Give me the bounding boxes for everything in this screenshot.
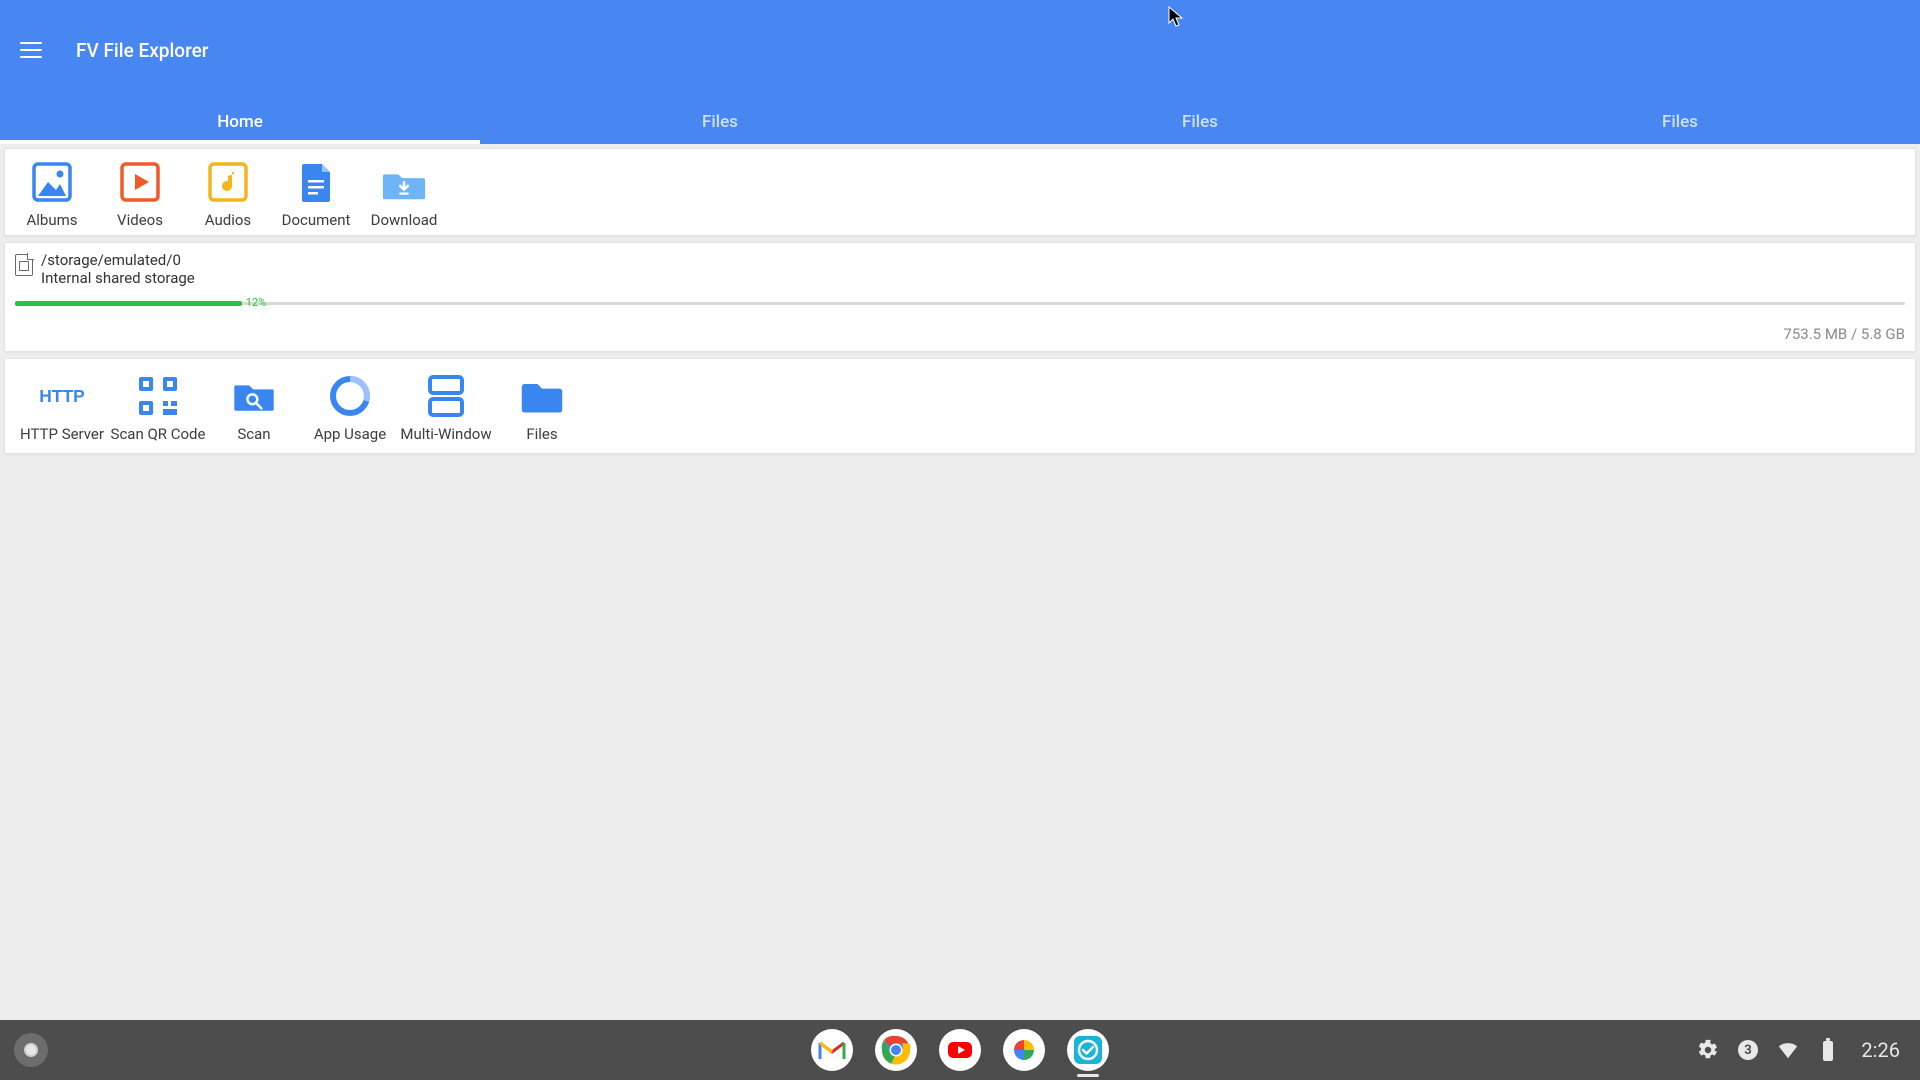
shortcut-albums[interactable]: Albums — [19, 159, 85, 229]
tool-app-usage[interactable]: App Usage — [307, 373, 393, 443]
shortcut-audios[interactable]: Audios — [195, 159, 261, 229]
multiwindow-icon — [423, 373, 469, 419]
shortcut-videos[interactable]: Videos — [107, 159, 173, 229]
notification-badge[interactable]: 3 — [1737, 1039, 1759, 1061]
status-tray[interactable]: 3 2:26 — [1697, 1038, 1906, 1062]
tabs: Home Files Files Files — [0, 100, 1920, 144]
shelf-app-gmail[interactable] — [811, 1029, 853, 1071]
battery-icon[interactable] — [1817, 1039, 1839, 1061]
shortcut-label: Videos — [117, 211, 163, 229]
usage-icon — [327, 373, 373, 419]
svg-text:HTTP: HTTP — [39, 386, 85, 406]
tool-label: Scan — [237, 425, 270, 443]
audios-icon — [205, 159, 251, 205]
tool-label: HTTP Server — [20, 425, 104, 443]
storage-card[interactable]: /storage/emulated/0 Internal shared stor… — [4, 242, 1916, 352]
tool-files[interactable]: Files — [499, 373, 585, 443]
shortcut-label: Download — [371, 211, 438, 229]
shelf-app-chrome[interactable] — [875, 1029, 917, 1071]
qr-icon — [135, 373, 181, 419]
shelf-app-photos[interactable] — [1003, 1029, 1045, 1071]
shelf: 3 2:26 — [0, 1020, 1920, 1080]
shortcut-document[interactable]: Document — [283, 159, 349, 229]
videos-icon — [117, 159, 163, 205]
wifi-icon[interactable] — [1777, 1039, 1799, 1061]
tool-http-server[interactable]: HTTP HTTP Server — [19, 373, 105, 443]
tab-files-2[interactable]: Files — [960, 100, 1440, 144]
tool-label: Scan QR Code — [111, 425, 206, 443]
storage-path: /storage/emulated/0 — [41, 251, 195, 269]
storage-size: 753.5 MB / 5.8 GB — [15, 325, 1905, 343]
shelf-app-youtube[interactable] — [939, 1029, 981, 1071]
launcher-button[interactable] — [14, 1033, 48, 1067]
tab-files-1[interactable]: Files — [480, 100, 960, 144]
download-icon — [381, 159, 427, 205]
shortcut-label: Albums — [26, 211, 77, 229]
document-icon — [293, 159, 339, 205]
tools-card: HTTP HTTP Server Scan QR Code Scan — [4, 358, 1916, 454]
tab-files-3[interactable]: Files — [1440, 100, 1920, 144]
shelf-app-fv[interactable] — [1067, 1029, 1109, 1071]
http-icon: HTTP — [32, 373, 92, 419]
shortcut-label: Audios — [205, 211, 251, 229]
tool-scan-qr[interactable]: Scan QR Code — [115, 373, 201, 443]
shortcut-label: Document — [282, 211, 351, 229]
scan-folder-icon — [231, 373, 277, 419]
app-bar: FV File Explorer Home Files Files Files — [0, 0, 1920, 144]
tab-home[interactable]: Home — [0, 100, 480, 144]
storage-progress: 12% — [15, 299, 1905, 307]
tool-scan[interactable]: Scan — [211, 373, 297, 443]
tool-label: Multi-Window — [400, 425, 491, 443]
svg-text:3: 3 — [1745, 1043, 1752, 1058]
storage-percent-label: 12% — [246, 296, 266, 309]
storage-name: Internal shared storage — [41, 269, 195, 287]
albums-icon — [29, 159, 75, 205]
shelf-apps — [811, 1029, 1109, 1071]
settings-icon[interactable] — [1697, 1039, 1719, 1061]
app-title: FV File Explorer — [76, 39, 209, 62]
clock[interactable]: 2:26 — [1861, 1038, 1900, 1062]
folder-icon — [519, 373, 565, 419]
media-shortcuts-card: Albums Videos Audios Document — [4, 148, 1916, 236]
menu-icon[interactable] — [20, 36, 48, 64]
tool-label: App Usage — [314, 425, 386, 443]
sdcard-icon — [15, 254, 33, 276]
shortcut-download[interactable]: Download — [371, 159, 437, 229]
tool-multi-window[interactable]: Multi-Window — [403, 373, 489, 443]
tool-label: Files — [526, 425, 557, 443]
